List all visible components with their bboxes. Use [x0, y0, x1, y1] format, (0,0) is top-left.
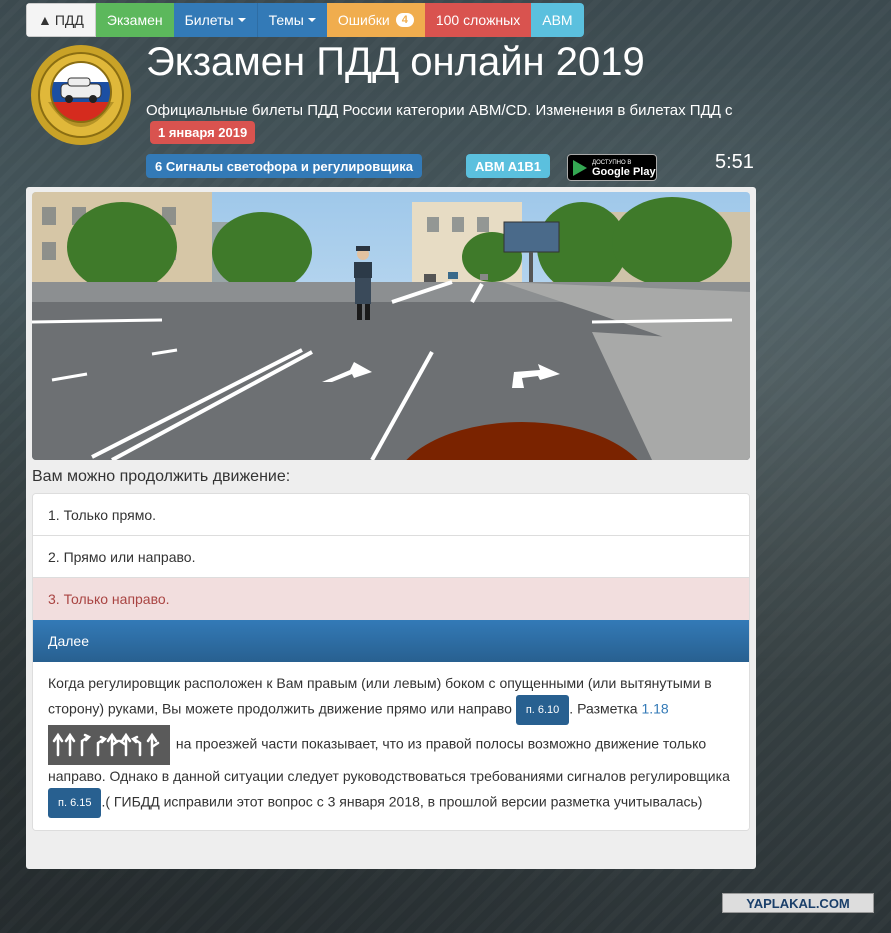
- page-title: Экзамен ПДД онлайн 2019: [146, 40, 645, 84]
- nav-tickets-label: Билеты: [184, 12, 234, 28]
- next-button[interactable]: Далее: [33, 620, 749, 662]
- exam-timer: 5:51: [715, 151, 754, 173]
- answers-list: 1. Только прямо. 2. Прямо или направо. 3…: [32, 493, 750, 831]
- nav-topics-dropdown[interactable]: Темы: [256, 3, 327, 37]
- nav-errors[interactable]: Ошибки 4: [326, 3, 425, 37]
- nav-home[interactable]: ▲ ПДД: [26, 3, 96, 37]
- google-play-big-text: Google Play: [592, 165, 656, 178]
- errors-count-badge: 4: [395, 13, 414, 27]
- date-badge: 1 января 2019: [150, 121, 256, 144]
- answer-option-2[interactable]: 2. Прямо или направо.: [33, 536, 749, 578]
- rule-reference-button-6-15[interactable]: п. 6.15: [48, 788, 102, 818]
- nav-category[interactable]: ABM: [531, 3, 584, 37]
- watermark: YAPLAKAL.COM: [722, 893, 874, 913]
- explanation-part-4: .( ГИБДД исправили этот вопрос с 3 январ…: [101, 793, 703, 810]
- google-play-text: ДОСТУПНО В Google Play: [592, 159, 656, 178]
- google-play-button[interactable]: ДОСТУПНО В Google Play: [567, 154, 657, 181]
- nav-errors-label: Ошибки: [337, 12, 390, 28]
- topic-label[interactable]: 6 Сигналы светофора и регулировщика: [146, 154, 422, 178]
- gibdd-emblem-icon: [31, 45, 131, 145]
- nav-hard-questions[interactable]: 100 сложных: [424, 3, 532, 37]
- answer-option-1[interactable]: 1. Только прямо.: [33, 494, 749, 536]
- explanation-part-2: . Разметка: [569, 700, 638, 717]
- caret-down-icon: [237, 18, 246, 22]
- nav-topics-label: Темы: [268, 12, 304, 28]
- question-panel: Вам можно продолжить движение: 1. Только…: [26, 187, 756, 869]
- rule-reference-button-6-10[interactable]: п. 6.10: [515, 695, 570, 725]
- nav-exam[interactable]: Экзамен: [95, 3, 174, 37]
- subtitle-text: Официальные билеты ПДД России категории …: [146, 102, 733, 119]
- explanation-block: Когда регулировщик расположен к Вам прав…: [33, 662, 749, 830]
- question-scene-image: [32, 192, 750, 460]
- page-subtitle: Официальные билеты ПДД России категории …: [146, 100, 736, 144]
- nav-tickets-dropdown[interactable]: Билеты: [173, 3, 257, 37]
- answer-option-3-wrong[interactable]: 3. Только направо.: [33, 578, 749, 620]
- marking-link[interactable]: 1.18: [641, 701, 668, 717]
- nav-home-label: ПДД: [54, 12, 84, 28]
- top-navbar: ▲ ПДД Экзамен Билеты Темы Ошибки 4 100 с…: [26, 3, 584, 37]
- caret-down-icon: [307, 18, 316, 22]
- category-label[interactable]: ABM A1B1: [466, 154, 550, 178]
- road-icon: ▲: [38, 12, 52, 28]
- question-text: Вам можно продолжить движение:: [32, 468, 291, 485]
- google-play-icon: [573, 159, 587, 176]
- road-marking-1-18-icon: [48, 725, 170, 765]
